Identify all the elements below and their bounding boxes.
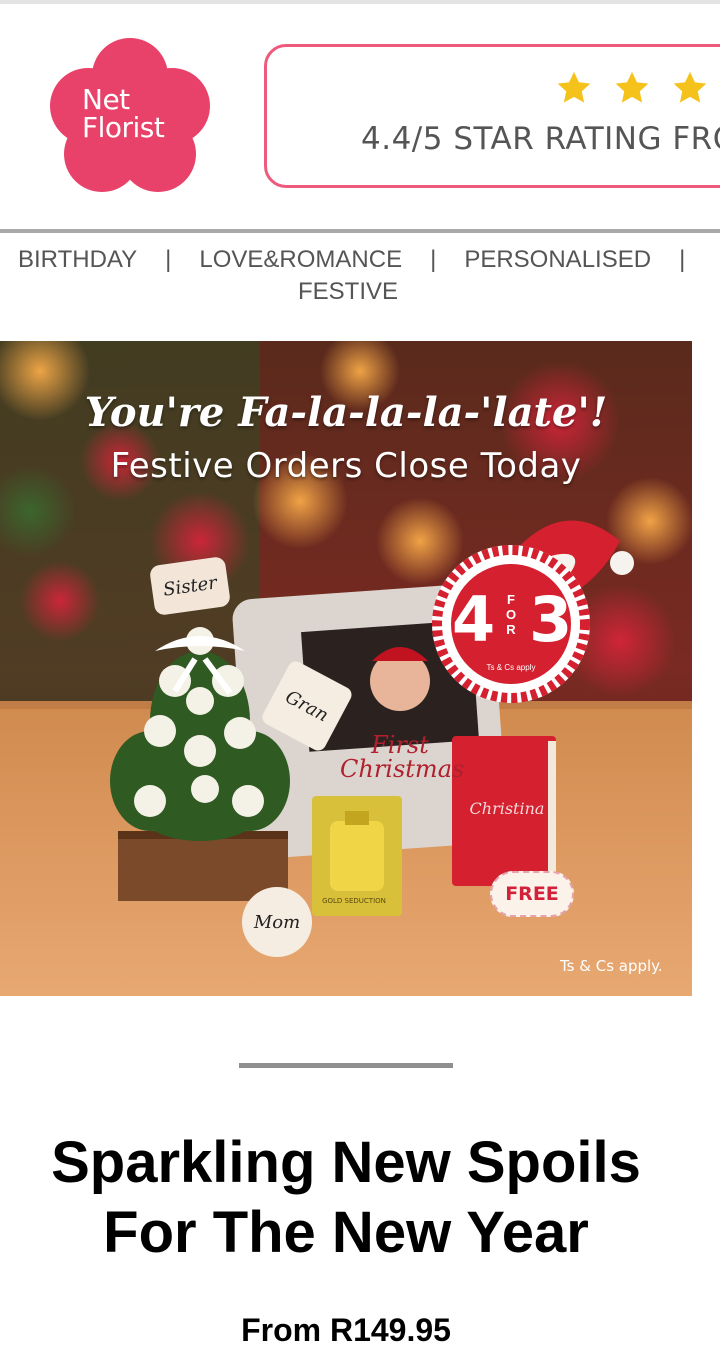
badge-terms: Ts & Cs apply (486, 663, 536, 672)
nav-row: FESTIVE (298, 278, 398, 306)
product-price: From R149.95 (241, 1312, 451, 1348)
banner-headline: You're Fa-la-la-la-'late'! (84, 389, 608, 436)
tag-label: Sister (161, 571, 219, 601)
pillow-print-text: First Christmas (340, 731, 465, 783)
section-divider (239, 1063, 453, 1068)
nav-item-festive[interactable]: FESTIVE (298, 278, 398, 306)
logo-line-2: Florist (82, 111, 165, 144)
nav-divider (0, 229, 720, 233)
badge-for-text: F O R (505, 592, 517, 637)
gift-tag-mom: Mom (242, 887, 312, 957)
banner-subheadline: Festive Orders Close Today (110, 446, 582, 486)
star-icon (555, 69, 593, 109)
rating-text: 4.4/5 STAR RATING FRO (361, 121, 720, 157)
netflorist-logo[interactable]: Net Florist (48, 36, 212, 200)
gift-tag-sister: Sister (148, 555, 232, 617)
nav-separator: | (165, 246, 172, 273)
product-title: Sparkling New Spoils For The New Year (51, 1130, 641, 1265)
festive-promo-banner[interactable]: You're Fa-la-la-la-'late'! Festive Order… (0, 341, 692, 996)
four-for-three-badge: 43 F O R Ts & Cs apply (432, 545, 590, 703)
site-header: Net Florist 4.4/5 STAR RATING FRO (0, 4, 720, 230)
star-icon (671, 69, 709, 109)
perfume-label: GOLD SEDUCTION (322, 897, 386, 905)
badge-right-digit: 3 (529, 583, 607, 656)
nav-row: BIRTHDAY | LOVE&ROMANCE | PERSONALISED | (18, 246, 685, 274)
logo-line-1: Net (82, 83, 130, 116)
nav-separator: | (679, 246, 686, 273)
banner-terms: Ts & Cs apply. (560, 957, 663, 975)
tag-label: Gran (282, 686, 332, 726)
nav-item-birthday[interactable]: BIRTHDAY (18, 246, 137, 274)
star-rating-banner[interactable]: 4.4/5 STAR RATING FRO (264, 44, 720, 188)
notebook-name-text: Christina (469, 799, 545, 818)
nav-separator: | (430, 246, 437, 273)
free-gift-tag: FREE (490, 871, 574, 917)
nav-item-love-romance[interactable]: LOVE&ROMANCE (199, 246, 402, 274)
logo-wordmark: Net Florist (82, 83, 165, 144)
nav-item-personalised[interactable]: PERSONALISED (464, 246, 651, 274)
tag-label: Mom (253, 911, 301, 933)
banner-heading: You're Fa-la-la-la-'late'! Festive Order… (0, 389, 692, 486)
star-icon (613, 69, 651, 109)
rating-stars (555, 69, 709, 109)
